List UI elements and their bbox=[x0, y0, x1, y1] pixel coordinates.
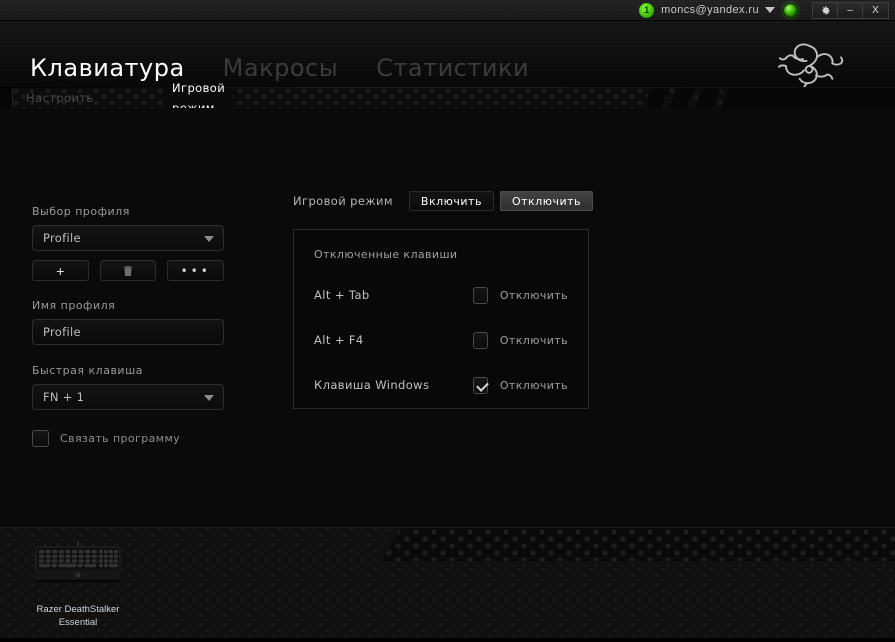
device-item-deathstalker[interactable]: Razer DeathStalker Essential bbox=[30, 537, 126, 629]
window-bottom-edge bbox=[0, 638, 895, 642]
keyboard-icon bbox=[30, 537, 126, 589]
sub-tab-bar: Настроить Игровой режим bbox=[0, 88, 895, 108]
disable-windows-key-checkbox[interactable] bbox=[473, 377, 488, 394]
device-bar: Razer DeathStalker Essential bbox=[0, 527, 895, 642]
subbar-mesh-pattern bbox=[12, 88, 757, 108]
profile-name-label: Имя профиля bbox=[32, 299, 224, 312]
disable-windows-key-label: Отключить bbox=[500, 379, 568, 392]
trash-icon bbox=[123, 265, 133, 277]
subtab-game-mode[interactable]: Игровой режим bbox=[164, 88, 233, 108]
link-program-checkbox[interactable] bbox=[32, 430, 49, 447]
ellipsis-icon: ••• bbox=[181, 265, 211, 277]
profile-select-dropdown[interactable]: Profile bbox=[32, 225, 224, 251]
header: Клавиатура Макросы Статистики bbox=[0, 21, 895, 88]
disable-alt-f4-checkbox[interactable] bbox=[473, 332, 488, 349]
more-options-button[interactable]: ••• bbox=[167, 260, 224, 281]
close-button[interactable]: X bbox=[863, 3, 888, 18]
profile-select-label: Выбор профиля bbox=[32, 205, 224, 218]
game-mode-title: Игровой режим bbox=[293, 194, 409, 208]
notification-badge[interactable]: 1 bbox=[639, 3, 654, 18]
main-tabs: Клавиатура Макросы Статистики bbox=[30, 56, 529, 82]
tab-macros[interactable]: Макросы bbox=[223, 56, 338, 82]
hotkey-label: Быстрая клавиша bbox=[32, 364, 224, 377]
profile-panel: Выбор профиля Profile + ••• Имя профил bbox=[32, 205, 224, 447]
disable-alt-f4-label: Отключить bbox=[500, 334, 568, 347]
game-mode-enable-button[interactable]: Включить bbox=[409, 191, 494, 211]
profile-select-value: Profile bbox=[33, 231, 81, 245]
key-label: Клавиша Windows bbox=[314, 378, 473, 392]
profile-name-input[interactable] bbox=[32, 319, 224, 345]
device-name-line1: Razer DeathStalker bbox=[37, 604, 120, 615]
razer-synapse-window: 1 moncs@yandex.ru – X Клавиатура Макросы… bbox=[0, 0, 895, 642]
link-program-label: Связать программу bbox=[60, 432, 180, 445]
device-name: Razer DeathStalker Essential bbox=[37, 603, 120, 629]
main-content: Выбор профиля Profile + ••• Имя профил bbox=[0, 108, 895, 527]
account-label[interactable]: moncs@yandex.ru bbox=[661, 4, 759, 16]
add-profile-button[interactable]: + bbox=[32, 260, 89, 281]
title-bar: 1 moncs@yandex.ru – X bbox=[0, 0, 895, 21]
key-label: Alt + Tab bbox=[314, 288, 473, 302]
hotkey-dropdown[interactable]: FN + 1 bbox=[32, 384, 224, 410]
razer-logo-icon bbox=[767, 41, 853, 88]
chevron-down-icon bbox=[204, 395, 214, 401]
disable-alt-tab-label: Отключить bbox=[500, 289, 568, 302]
window-controls: – X bbox=[812, 2, 889, 19]
game-mode-disable-button[interactable]: Отключить bbox=[500, 191, 593, 211]
hotkey-value: FN + 1 bbox=[33, 390, 84, 404]
disabled-keys-title: Отключенные клавиши bbox=[314, 248, 568, 261]
game-mode-panel: Игровой режим Включить Отключить Отключе… bbox=[293, 190, 593, 409]
minimize-button[interactable]: – bbox=[838, 3, 863, 18]
tab-statistics[interactable]: Статистики bbox=[376, 56, 529, 82]
chevron-down-icon[interactable] bbox=[765, 7, 775, 13]
game-mode-header: Игровой режим Включить Отключить bbox=[293, 190, 593, 212]
device-bar-mesh-strip bbox=[375, 528, 895, 561]
status-orb-icon bbox=[783, 3, 798, 18]
subtab-configure[interactable]: Настроить bbox=[26, 88, 94, 108]
subbar-left-notch bbox=[0, 88, 13, 108]
delete-profile-button[interactable] bbox=[100, 260, 157, 281]
table-row: Клавиша Windows Отключить bbox=[314, 372, 568, 398]
settings-button[interactable] bbox=[813, 3, 838, 18]
disabled-keys-box: Отключенные клавиши Alt + Tab Отключить … bbox=[293, 229, 589, 409]
table-row: Alt + Tab Отключить bbox=[314, 282, 568, 308]
profile-action-buttons: + ••• bbox=[32, 260, 224, 281]
subbar-slash-pattern bbox=[647, 88, 757, 108]
chevron-down-icon bbox=[204, 236, 214, 242]
device-name-line2: Essential bbox=[59, 617, 98, 628]
disable-alt-tab-checkbox[interactable] bbox=[473, 287, 488, 304]
table-row: Alt + F4 Отключить bbox=[314, 327, 568, 353]
key-label: Alt + F4 bbox=[314, 333, 473, 347]
tab-keyboard[interactable]: Клавиатура bbox=[30, 56, 185, 82]
link-program-row[interactable]: Связать программу bbox=[32, 430, 224, 447]
plus-icon: + bbox=[56, 264, 64, 278]
